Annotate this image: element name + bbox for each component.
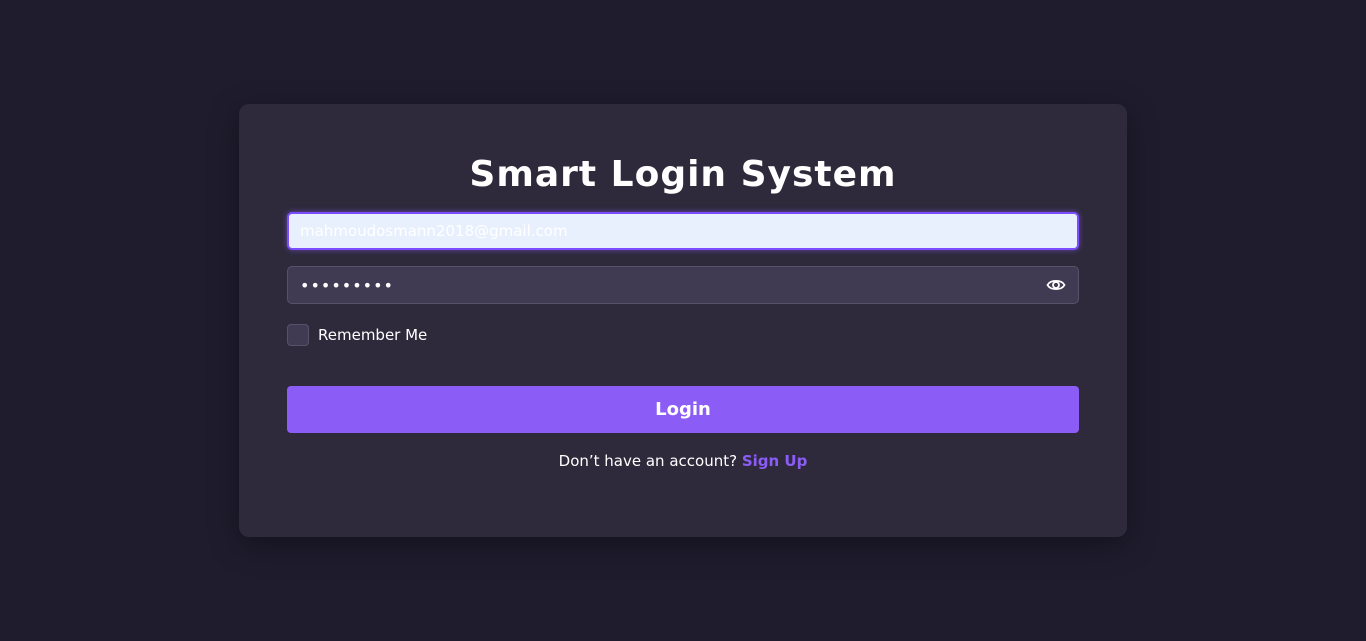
remember-me-row: Remember Me	[287, 324, 427, 346]
signup-prompt: Don’t have an account?	[558, 452, 738, 470]
password-field[interactable]	[288, 267, 1028, 303]
signup-row: Don’t have an account? Sign Up	[239, 452, 1127, 470]
remember-me-checkbox[interactable]	[287, 324, 309, 346]
password-field-container	[287, 266, 1079, 304]
eye-icon[interactable]	[1046, 276, 1066, 294]
login-button[interactable]: Login	[287, 386, 1079, 433]
page-title: Smart Login System	[469, 154, 897, 195]
signup-link[interactable]: Sign Up	[742, 452, 808, 470]
remember-me-label: Remember Me	[318, 326, 428, 344]
email-field-container	[287, 212, 1079, 250]
login-card: Smart Login System Remember Me Login Don…	[239, 104, 1127, 537]
email-field[interactable]	[289, 214, 1077, 248]
